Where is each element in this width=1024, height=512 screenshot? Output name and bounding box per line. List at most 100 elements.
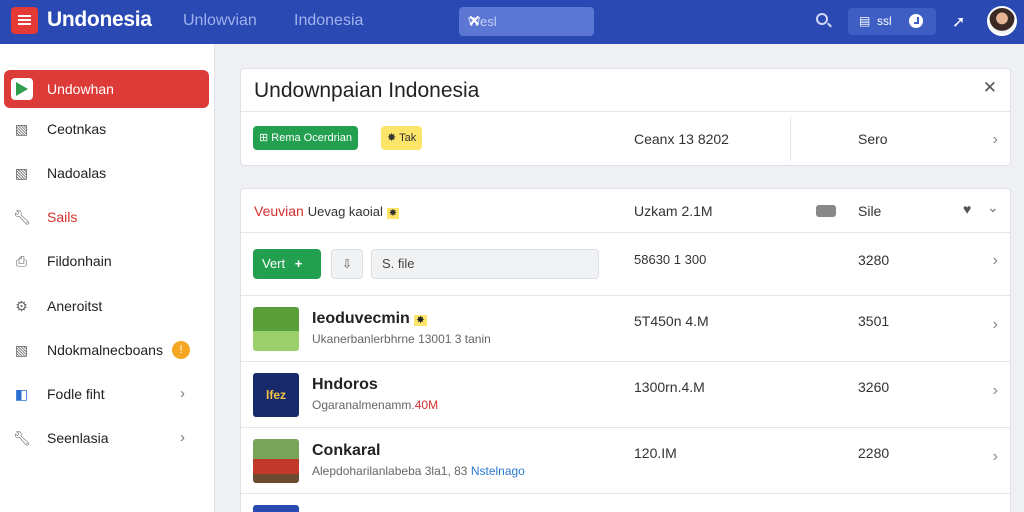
table-row[interactable]: Conkaral Alepdoharilanlabeba 3la1, 83 Ns… [241, 427, 1010, 493]
status-chip[interactable]: ⊞ Rema Ocerdrian [253, 126, 358, 150]
tag-chip[interactable]: ✸ Tak [381, 126, 423, 150]
row-title: Hndoros [312, 376, 378, 393]
document-icon: ▤ [859, 14, 871, 28]
row-count: 2280 [858, 445, 890, 461]
row-subtitle-text: Ogaranalmenamm. [312, 398, 415, 412]
chevron-right-icon: › [180, 429, 185, 446]
row-subtitle-highlight: 40M [414, 398, 439, 412]
check-icon [909, 14, 923, 28]
sidebar-item-ceotnkas[interactable]: ▧ Ceotnkas [4, 110, 209, 148]
search-input[interactable]: Wesl ✕ [459, 7, 594, 36]
close-icon[interactable]: ✕ [983, 78, 997, 98]
chevron-down-icon[interactable]: ⌄ [987, 199, 999, 216]
list-header-size: Uzkam 2.1M [634, 203, 713, 219]
add-button-label: Vert [262, 256, 286, 271]
share-icon: ◧ [14, 386, 29, 402]
sidebar-item-label: Ceotnkas [47, 121, 107, 137]
sidebar-item-label: Aneroitst [47, 298, 103, 314]
row-title: Conkaral [312, 442, 381, 459]
sidebar-item-label: Nadoalas [47, 165, 107, 181]
row-subtitle-highlight: Nstelnago [470, 464, 525, 478]
table-row[interactable]: Ieoduvecmin ✸ Ukanerbanlerbhrne 13001 3 … [241, 295, 1010, 361]
row-subtitle: Alepdoharilanlabeba 3la1, 83 Nstelnago [312, 464, 525, 478]
image-icon: ▧ [14, 165, 29, 181]
row-size: 120.IM [634, 445, 677, 461]
lock-icon: ⊞ [259, 132, 272, 144]
bug-icon: ✸ [414, 315, 427, 326]
file-list-card: Veuvian Uevag kaoial ✸ Uzkam 2.1M Sile ♥… [240, 188, 1011, 512]
table-row[interactable] [241, 493, 1010, 512]
sidebar: Undowhan ▧ Ceotnkas ▧ Nadoalas 🔧︎ Sails … [0, 44, 215, 512]
bug-icon: ✸ [387, 132, 400, 144]
row-size: 5T450n 4.M [634, 313, 709, 329]
sidebar-item-sails[interactable]: 🔧︎ Sails [4, 198, 209, 236]
alert-badge: ! [172, 341, 190, 359]
play-store-icon [11, 78, 33, 100]
sidebar-item-seenlasia[interactable]: 🔧︎ Seenlasia › [4, 419, 209, 457]
sidebar-item-label: Ndokmalnecboans [47, 342, 163, 358]
gear-icon: ⚙ [15, 298, 28, 314]
heart-icon[interactable]: ♥ [963, 201, 971, 217]
row-count: 3260 [858, 379, 890, 395]
page-title: Undownpaian Indonesia [254, 79, 480, 102]
list-header-title-red: Veuvian [254, 203, 304, 219]
list-header-col: Sile [858, 203, 882, 219]
sidebar-item-label: Fildonhain [47, 253, 112, 269]
sidebar-item-aneroitst[interactable]: ⚙ Aneroitst [4, 287, 209, 325]
thumbnail-image [253, 439, 299, 483]
file-filter-input[interactable]: S. file [371, 249, 599, 279]
add-button[interactable]: Vert + [253, 249, 321, 279]
sidebar-item-ndokmalnecboans[interactable]: ▧ Ndokmalnecboans ! [4, 331, 209, 369]
thumbnail-image: lfez [253, 373, 299, 417]
row-count: 3501 [858, 313, 890, 329]
trend-icon[interactable]: ➚ [952, 12, 965, 32]
sidebar-item-nadoalas[interactable]: ▧ Nadoalas [4, 154, 209, 192]
printer-icon: ⎙ [15, 253, 28, 269]
thumbnail-image [253, 505, 299, 512]
row-title: Ieoduvecmin ✸ [312, 310, 427, 328]
tag-icon [816, 205, 836, 217]
image-icon: ▧ [14, 342, 29, 358]
toolbar-count: 3280 [858, 252, 890, 268]
row-title-text: Ieoduvecmin [312, 310, 410, 327]
sidebar-item-label: Undowhan [47, 81, 114, 97]
bug-icon: ✸ [386, 208, 400, 219]
clear-search-icon[interactable]: ✕ [468, 12, 584, 30]
toolbar-size: 58630 1 300 [634, 252, 707, 267]
sidebar-item-fildonhain[interactable]: ⎙ Fildonhain [4, 242, 209, 280]
column-divider [790, 117, 791, 161]
filter-icon[interactable]: ⇩ [331, 249, 363, 279]
ssl-label: ssl [877, 14, 892, 28]
wrench-icon: 🔧︎ [13, 209, 31, 225]
nav-link-indonesia[interactable]: Indonesia [294, 12, 363, 30]
row-subtitle: Ogaranalmenamm.40M [312, 398, 438, 412]
sidebar-item-label: Seenlasia [47, 430, 109, 446]
sidebar-item-undowhan[interactable]: Undowhan [4, 70, 209, 108]
table-row[interactable]: lfez Hndoros Ogaranalmenamm.40M 1300rn.4… [241, 361, 1010, 427]
nav-link-unlowvian[interactable]: Unlowvian [183, 12, 257, 30]
chevron-right-icon: › [180, 385, 185, 402]
chevron-right-icon[interactable]: › [993, 252, 998, 270]
ssl-action-button[interactable]: ▤ ssl [848, 8, 936, 35]
chevron-right-icon: › [992, 382, 998, 399]
top-bar: Undonesia Unlowvian Indonesia Wesl ✕ ▤ s… [0, 0, 1024, 44]
tag-chip-label: Tak [399, 132, 417, 144]
app-title: Undonesia [47, 8, 152, 31]
chevron-right-icon[interactable]: › [993, 131, 998, 149]
row-subtitle-text: Alepdoharilanlabeba 3la1, 83 [312, 464, 468, 478]
list-divider [241, 232, 1010, 233]
wrench-icon: 🔧︎ [13, 430, 31, 446]
avatar[interactable] [987, 6, 1017, 36]
row-size: 1300rn.4.M [634, 379, 705, 395]
menu-icon[interactable] [11, 7, 38, 34]
chevron-right-icon: › [992, 316, 998, 333]
sidebar-item-label: Sails [47, 209, 78, 225]
row-subtitle: Ukanerbanlerbhrne 13001 3 tanin [312, 332, 491, 346]
image-icon: ▧ [14, 121, 29, 137]
search-icon[interactable] [816, 13, 828, 25]
summary-card: Undownpaian Indonesia ✕ ⊞ Rema Ocerdrian… [240, 68, 1011, 166]
thumbnail-image [253, 307, 299, 351]
sidebar-item-fodle-fiht[interactable]: ◧ Fodle fiht › [4, 375, 209, 413]
status-chip-label: Rema Ocerdrian [271, 132, 352, 144]
chevron-right-icon: › [992, 448, 998, 465]
